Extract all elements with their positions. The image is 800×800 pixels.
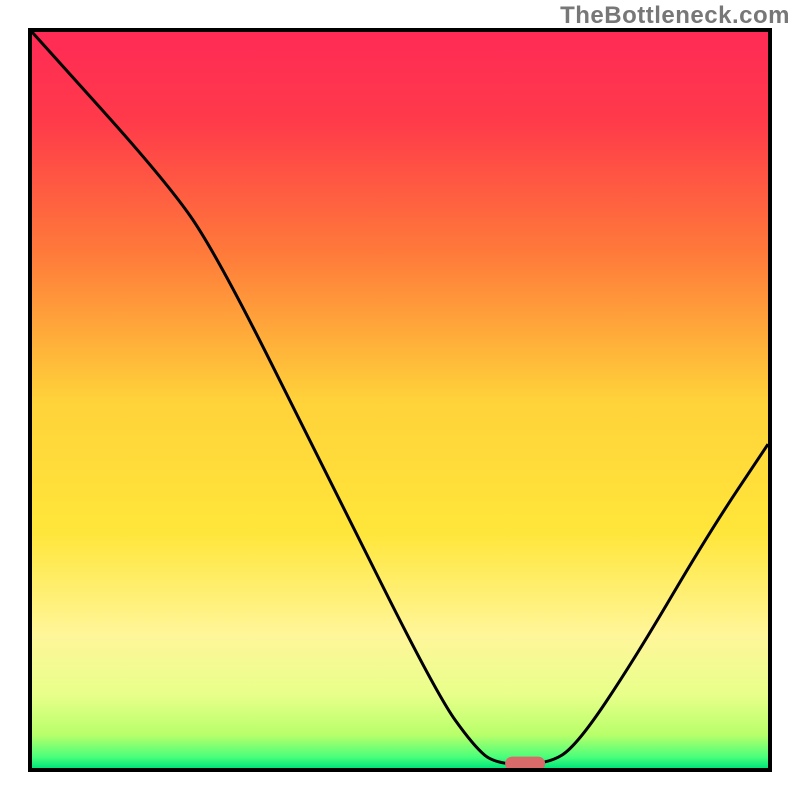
chart-frame [28, 28, 772, 772]
chart-background [32, 32, 768, 768]
chart-marker [505, 757, 545, 768]
watermark-text: TheBottleneck.com [560, 2, 790, 30]
bottleneck-chart [32, 32, 768, 768]
